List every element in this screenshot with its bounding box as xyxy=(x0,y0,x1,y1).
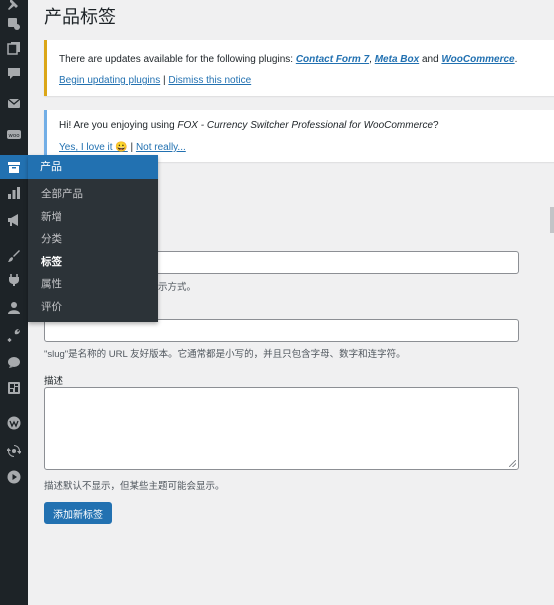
update-notice-actions: Begin updating plugins | Dismiss this no… xyxy=(47,75,251,86)
description-label: 描述 xyxy=(44,376,64,387)
layout-icon[interactable] xyxy=(6,380,22,396)
woocommerce-link[interactable]: WooCommerce xyxy=(441,54,514,65)
users-icon[interactable] xyxy=(6,300,22,316)
flyout-item-add-new[interactable]: 新增 xyxy=(28,206,158,229)
divider: | xyxy=(127,142,136,153)
resize-handle[interactable] xyxy=(509,460,516,467)
pages-icon[interactable] xyxy=(6,40,22,56)
flyout-item-attributes[interactable]: 属性 xyxy=(28,273,158,296)
description-help: 描述默认不显示，但某些主题可能会显示。 xyxy=(44,481,225,492)
scrollbar-thumb[interactable] xyxy=(550,207,554,233)
separator: and xyxy=(419,54,442,65)
woocommerce-icon[interactable]: woo xyxy=(6,127,22,143)
plugins-icon[interactable] xyxy=(6,272,22,288)
fox-notice-prefix: Hi! Are you enjoying using xyxy=(59,120,178,131)
marketing-icon[interactable] xyxy=(6,212,22,228)
fox-notice-actions: Yes, I love it 😀 | Not really... xyxy=(47,142,186,153)
update-notice-prefix: There are updates available for the foll… xyxy=(59,54,296,65)
svg-text:woo: woo xyxy=(8,133,20,139)
products-icon[interactable] xyxy=(6,159,22,175)
update-notice-text: There are updates available for the foll… xyxy=(47,54,517,65)
fox-notice-text: Hi! Are you enjoying using FOX - Currenc… xyxy=(47,120,439,131)
pin-icon[interactable] xyxy=(6,0,22,12)
sync-icon[interactable] xyxy=(6,443,22,459)
admin-sidebar: woo xyxy=(0,0,28,605)
slug-description: "slug"是名称的 URL 友好版本。它通常都是小写的，并且只包含字母、数字和… xyxy=(44,349,406,360)
analytics-icon[interactable] xyxy=(6,185,22,201)
tools-icon[interactable] xyxy=(6,327,22,343)
media-icon[interactable] xyxy=(6,16,22,32)
yes-love-it-link[interactable]: Yes, I love it 😀 xyxy=(59,142,128,153)
page-title: 产品标签 xyxy=(44,7,116,27)
contact-form-7-link[interactable]: Contact Form 7 xyxy=(296,54,369,65)
begin-updating-link[interactable]: Begin updating plugins xyxy=(59,75,160,86)
flyout-list: 全部产品 新增 分类 标签 属性 评价 xyxy=(28,179,158,318)
meta-box-link[interactable]: Meta Box xyxy=(375,54,419,65)
plugin-update-notice: There are updates available for the foll… xyxy=(44,40,554,96)
play-icon[interactable] xyxy=(6,469,22,485)
tag-slug-input[interactable] xyxy=(44,319,519,342)
fox-product-name: FOX - Currency Switcher Professional for… xyxy=(177,120,434,131)
settings-icon[interactable] xyxy=(6,354,22,370)
period: . xyxy=(514,54,518,65)
products-flyout-menu: 产品 全部产品 新增 分类 标签 属性 评价 xyxy=(28,155,158,322)
flyout-item-reviews[interactable]: 评价 xyxy=(28,296,158,319)
dismiss-notice-link[interactable]: Dismiss this notice xyxy=(168,75,251,86)
mail-icon[interactable] xyxy=(6,95,22,111)
meta-box-icon[interactable] xyxy=(6,415,22,431)
not-really-link[interactable]: Not really... xyxy=(136,142,186,153)
flyout-item-all-products[interactable]: 全部产品 xyxy=(28,183,158,206)
appearance-icon[interactable] xyxy=(6,248,22,264)
tag-description-textarea[interactable] xyxy=(44,387,519,470)
question-mark: ? xyxy=(433,120,439,131)
name-description: 示方式。 xyxy=(158,282,197,293)
flyout-item-categories[interactable]: 分类 xyxy=(28,228,158,251)
flyout-title[interactable]: 产品 xyxy=(28,155,158,179)
flyout-item-tags[interactable]: 标签 xyxy=(28,251,158,274)
comments-icon[interactable] xyxy=(6,65,22,81)
add-new-tag-button[interactable]: 添加新标签 xyxy=(44,502,112,524)
